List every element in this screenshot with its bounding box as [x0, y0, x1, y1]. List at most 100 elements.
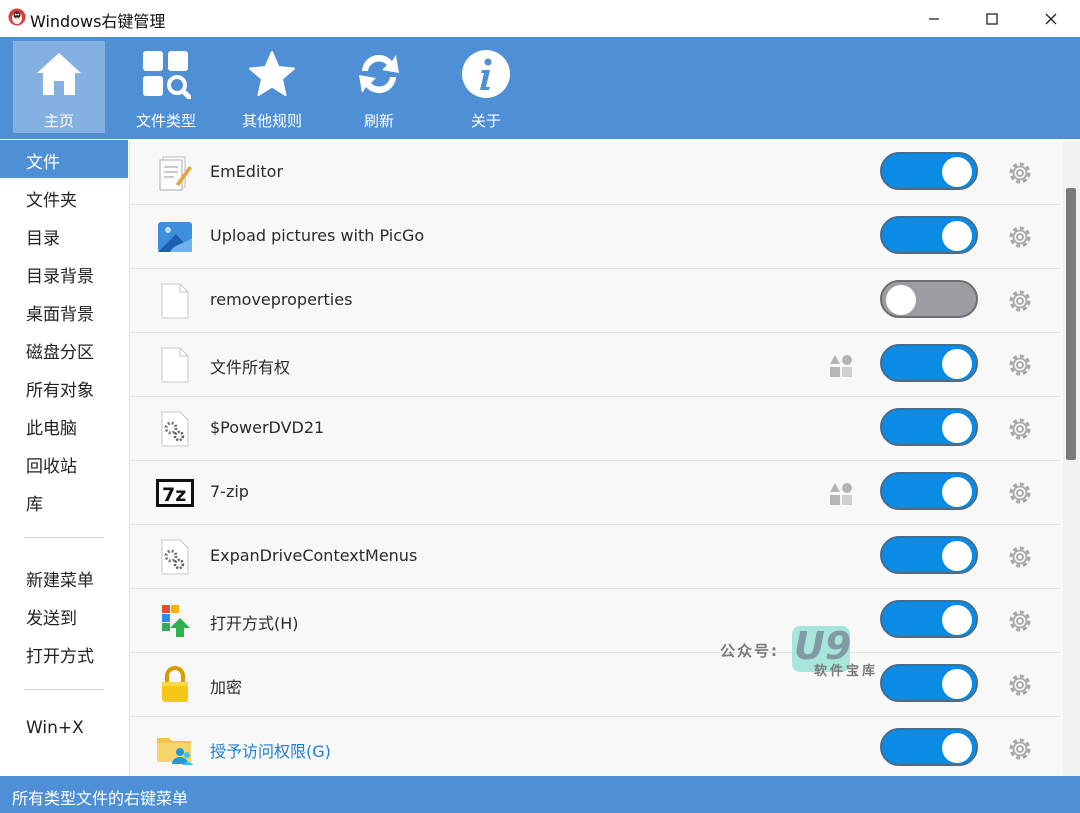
enable-toggle[interactable]: [880, 280, 978, 318]
sidebar-item-send-to[interactable]: 发送到: [0, 596, 128, 634]
list-item[interactable]: removeproperties: [130, 269, 1061, 333]
minimize-button[interactable]: [907, 0, 961, 37]
settings-file-icon: [161, 539, 189, 575]
sidebar-item-label: 桌面背景: [26, 305, 94, 325]
enable-toggle[interactable]: [880, 728, 978, 766]
list-item[interactable]: EmEditor: [130, 141, 1061, 205]
sidebar-item-desktop-background[interactable]: 桌面背景: [0, 292, 128, 330]
grid-search-icon: [143, 51, 191, 99]
toggle-knob: [942, 477, 972, 507]
tab-about[interactable]: 关于: [440, 41, 532, 133]
toggle-knob: [942, 349, 972, 379]
entry-name: 打开方式(H): [210, 614, 299, 633]
sidebar-item-recycle-bin[interactable]: 回收站: [0, 444, 128, 482]
sidebar-item-label: 文件夹: [26, 191, 77, 211]
entry-name: 加密: [210, 678, 243, 697]
list-item[interactable]: 加密: [130, 653, 1061, 717]
status-text: 所有类型文件的右键菜单: [12, 789, 189, 808]
sidebar-item-open-with[interactable]: 打开方式: [0, 634, 128, 672]
list-item[interactable]: Upload pictures with PicGo: [130, 205, 1061, 269]
watermark-label: 公众号:: [720, 642, 779, 660]
sidebar-item-win-x[interactable]: Win+X: [0, 710, 128, 748]
tab-other-rules[interactable]: 其他规则: [226, 41, 318, 133]
toggle-knob: [942, 733, 972, 763]
gear-icon[interactable]: [1007, 416, 1033, 442]
minimize-icon: [929, 17, 939, 20]
enable-toggle[interactable]: [880, 472, 978, 510]
tab-file-types[interactable]: 文件类型: [120, 41, 212, 133]
toggle-knob: [886, 285, 916, 315]
sidebar-item-file[interactable]: 文件: [0, 140, 128, 178]
entry-name: ExpanDriveContextMenus: [210, 546, 418, 565]
share-folder-icon: [157, 738, 193, 765]
sidebar-item-label: 目录: [26, 229, 60, 249]
vertical-scrollbar[interactable]: [1062, 141, 1080, 776]
enable-toggle[interactable]: [880, 536, 978, 574]
close-button[interactable]: [1024, 0, 1078, 37]
entry-name: EmEditor: [210, 162, 284, 181]
app-logo-icon: [8, 8, 26, 26]
gear-icon[interactable]: [1007, 736, 1033, 762]
gear-icon[interactable]: [1007, 480, 1033, 506]
window-title: Windows右键管理: [30, 12, 166, 31]
sidebar-item-label: Win+X: [26, 718, 84, 738]
status-bar: 所有类型文件的右键菜单: [0, 776, 1080, 813]
enable-toggle[interactable]: [880, 344, 978, 382]
blank-file-icon: [161, 283, 189, 319]
gear-icon[interactable]: [1007, 608, 1033, 634]
sidebar: 文件 文件夹 目录 目录背景 桌面背景 磁盘分区 所有对象 此电脑 回收站 库 …: [0, 139, 128, 776]
list-item[interactable]: 打开方式(H): [130, 589, 1061, 653]
tab-file-types-label: 文件类型: [135, 112, 196, 130]
enable-toggle[interactable]: [880, 664, 978, 702]
list-item[interactable]: ExpanDriveContextMenus: [130, 525, 1061, 589]
sidebar-item-label: 回收站: [26, 457, 77, 477]
list-item[interactable]: 文件所有权: [130, 333, 1061, 397]
shapes-icon[interactable]: [828, 353, 854, 379]
enable-toggle[interactable]: [880, 600, 978, 638]
gear-icon[interactable]: [1007, 672, 1033, 698]
sidebar-item-folder[interactable]: 文件夹: [0, 178, 128, 216]
tab-refresh-label: 刷新: [363, 112, 394, 130]
open-with-icon: [162, 605, 190, 637]
main-toolbar: 主页 文件类型 其他规则 刷新 关于: [0, 37, 1080, 139]
emeditor-icon: [159, 156, 192, 191]
sidebar-item-label: 发送到: [26, 609, 77, 629]
sidebar-item-this-pc[interactable]: 此电脑: [0, 406, 128, 444]
sidebar-divider: [24, 689, 104, 690]
tab-about-label: 关于: [470, 112, 501, 130]
list-item[interactable]: $PowerDVD21: [130, 397, 1061, 461]
enable-toggle[interactable]: [880, 152, 978, 190]
sidebar-item-all-objects[interactable]: 所有对象: [0, 368, 128, 406]
list-item[interactable]: 7z 7-zip: [130, 461, 1061, 525]
gear-icon[interactable]: [1007, 352, 1033, 378]
toggle-knob: [942, 541, 972, 571]
entry-name: 7-zip: [210, 482, 249, 501]
gear-icon[interactable]: [1007, 160, 1033, 186]
sidebar-item-directory-background[interactable]: 目录背景: [0, 254, 128, 292]
gear-icon[interactable]: [1007, 544, 1033, 570]
gear-icon[interactable]: [1007, 224, 1033, 250]
entry-name: Upload pictures with PicGo: [210, 226, 425, 245]
maximize-button[interactable]: [965, 0, 1019, 37]
tab-home[interactable]: 主页: [13, 41, 105, 133]
tab-refresh[interactable]: 刷新: [333, 41, 425, 133]
sidebar-item-label: 所有对象: [26, 381, 94, 401]
scrollbar-thumb[interactable]: [1066, 188, 1076, 460]
sidebar-item-new-menu[interactable]: 新建菜单: [0, 558, 128, 596]
toggle-knob: [942, 221, 972, 251]
info-icon: [462, 50, 510, 98]
sidebar-item-label: 库: [26, 495, 43, 515]
sidebar-item-directory[interactable]: 目录: [0, 216, 128, 254]
settings-file-icon: [161, 411, 189, 447]
list-item[interactable]: 授予访问权限(G): [130, 717, 1061, 776]
toggle-knob: [942, 157, 972, 187]
toggle-knob: [942, 605, 972, 635]
close-icon: [1045, 13, 1057, 24]
sidebar-item-disk-partition[interactable]: 磁盘分区: [0, 330, 128, 368]
enable-toggle[interactable]: [880, 408, 978, 446]
enable-toggle[interactable]: [880, 216, 978, 254]
sidebar-item-library[interactable]: 库: [0, 482, 128, 520]
refresh-icon: [359, 54, 399, 94]
gear-icon[interactable]: [1007, 288, 1033, 314]
shapes-icon[interactable]: [828, 481, 854, 507]
